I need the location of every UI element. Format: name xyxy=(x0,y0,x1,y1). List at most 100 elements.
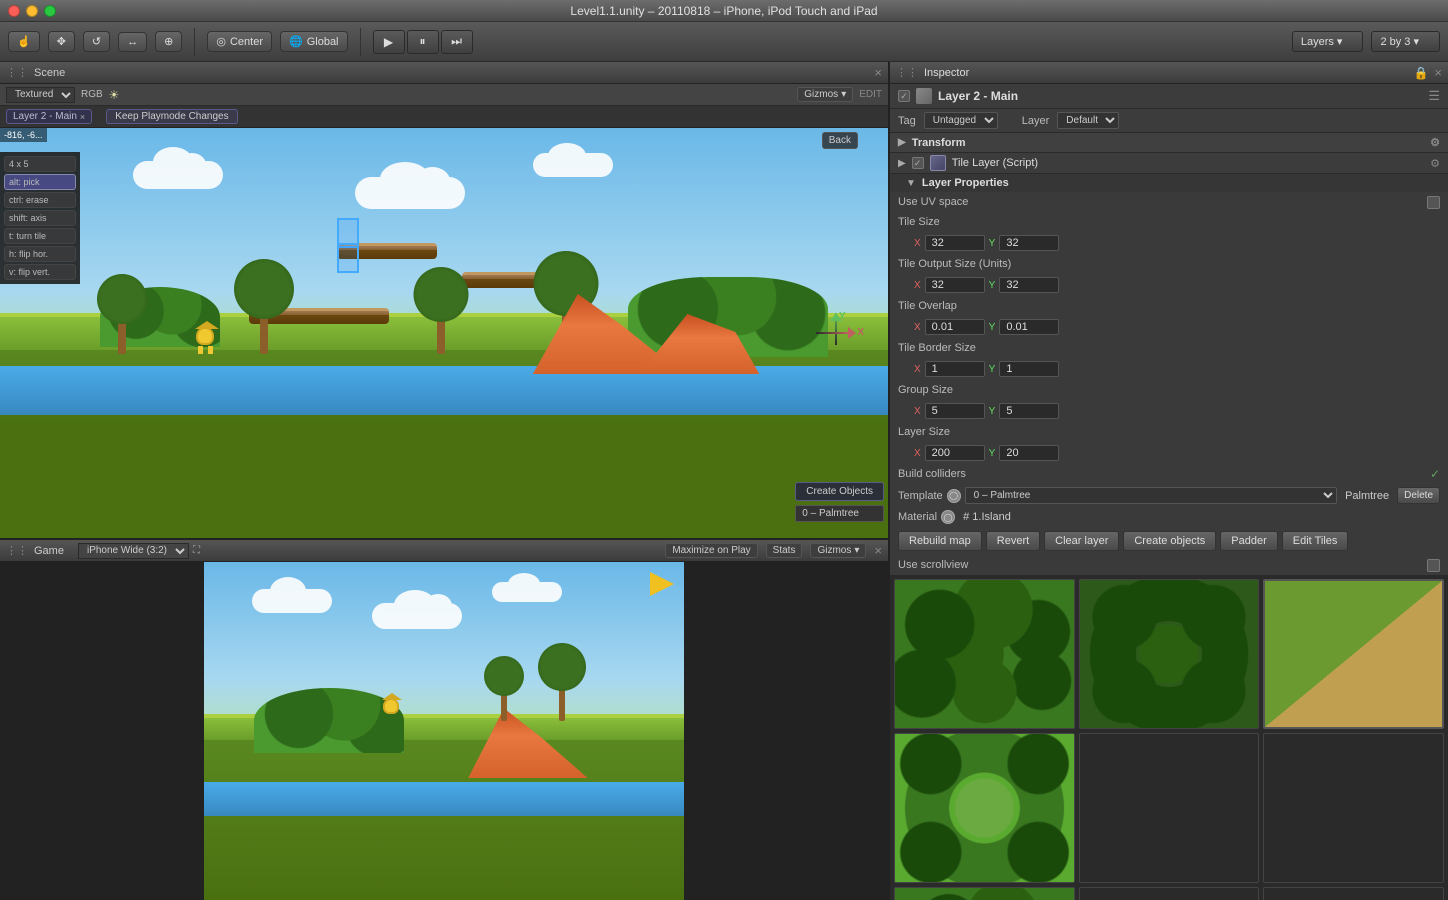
edit-tiles-btn[interactable]: Edit Tiles xyxy=(1282,531,1349,551)
tile-border-y-field[interactable]: 1 xyxy=(999,361,1059,377)
tile-overlap-x-field[interactable]: 0.01 xyxy=(925,319,985,335)
left-panel: ⋮⋮ Scene × Textured RGB ☀ xyxy=(0,62,888,900)
gizmos-button[interactable]: Gizmos ▾ xyxy=(797,87,853,102)
keep-playmode-btn[interactable]: Keep Playmode Changes xyxy=(106,109,237,124)
layer-size-y-field[interactable]: 20 xyxy=(999,445,1059,461)
move-tool[interactable]: ✥ xyxy=(48,31,75,52)
uv-check[interactable] xyxy=(1427,196,1440,209)
tile-large-green-bush[interactable] xyxy=(894,887,1075,900)
separator-2 xyxy=(360,28,361,56)
v-flip-tool[interactable]: v: flip vert. xyxy=(4,264,76,280)
tile-overlap-y-field[interactable]: 0.01 xyxy=(999,319,1059,335)
rebuild-map-btn[interactable]: Rebuild map xyxy=(898,531,982,551)
global-button[interactable]: 🌐 Global xyxy=(280,31,348,52)
minimize-button[interactable] xyxy=(26,5,38,17)
alt-pick-tool[interactable]: alt: pick xyxy=(4,174,76,190)
cutscene-tab[interactable]: Layer 2 - Main × xyxy=(6,109,92,124)
ctrl-erase-tool[interactable]: ctrl: erase xyxy=(4,192,76,208)
tile-sandy-corner[interactable] xyxy=(1263,579,1444,729)
tile-size-y-field[interactable]: 32 xyxy=(999,235,1059,251)
tile-output-y-field[interactable]: 32 xyxy=(999,277,1059,293)
inspector-panel: ⋮⋮ Inspector 🔒 × Layer 2 - Main ☰ Tag Un… xyxy=(888,62,1448,900)
tile-green-bush[interactable] xyxy=(894,579,1075,729)
scale-tool[interactable]: ↔ xyxy=(118,32,147,52)
object-menu-btn[interactable]: ☰ xyxy=(1428,88,1440,104)
maximize-on-play-btn[interactable]: Maximize on Play xyxy=(665,543,757,558)
tile-border-label: Tile Border Size xyxy=(898,342,976,354)
template-dropdown[interactable]: 0 – Palmtree xyxy=(965,487,1337,504)
layer-size-x-field[interactable]: 200 xyxy=(925,445,985,461)
tile-size-row: Tile Size xyxy=(890,212,1448,232)
revert-btn[interactable]: Revert xyxy=(986,531,1040,551)
layer-dropdown[interactable]: Default xyxy=(1057,112,1119,129)
layer-props-header[interactable]: ▼ Layer Properties xyxy=(890,174,1448,192)
game-cloud-1 xyxy=(252,589,332,613)
scene-move-widget[interactable]: Y X xyxy=(816,313,856,353)
game-gizmos-btn[interactable]: Gizmos ▾ xyxy=(810,543,866,558)
material-select-icon[interactable]: ◯ xyxy=(941,510,955,524)
display-dropdown[interactable]: Textured xyxy=(6,87,75,103)
tile-empty-1[interactable] xyxy=(1079,733,1260,883)
object-icon xyxy=(916,88,932,104)
tile-empty-3[interactable] xyxy=(1079,887,1260,900)
use-uv-checkbox[interactable] xyxy=(1427,196,1440,209)
shift-axis-tool[interactable]: shift: axis xyxy=(4,210,76,226)
tile-green-ring-2[interactable] xyxy=(894,733,1075,883)
create-objects-action-btn[interactable]: Create objects xyxy=(1123,531,1216,551)
tile-size-y-label: Y xyxy=(989,238,996,249)
inspector-close-btn[interactable]: × xyxy=(1434,66,1442,79)
step-button[interactable]: ⏭ xyxy=(441,30,473,54)
tile-layer-active-checkbox[interactable] xyxy=(912,157,924,169)
tile-output-x-field[interactable]: 32 xyxy=(925,277,985,293)
game-close-btn[interactable]: × xyxy=(874,544,882,557)
tile-dark-ring[interactable] xyxy=(1079,579,1260,729)
rotate-tool[interactable]: ↺ xyxy=(83,31,110,52)
t-turn-tool[interactable]: t: turn tile xyxy=(4,228,76,244)
object-active-checkbox[interactable] xyxy=(898,90,910,102)
pause-button[interactable]: ⏸ xyxy=(407,30,439,54)
game-canvas-wrapper xyxy=(0,562,888,900)
tag-dropdown[interactable]: Untagged xyxy=(924,112,998,129)
transform-menu-btn[interactable]: ⚙ xyxy=(1430,136,1440,149)
hand-tool[interactable]: ☝ xyxy=(8,31,40,52)
layers-dropdown[interactable]: Layers ▾ xyxy=(1292,31,1364,52)
tab-close-icon[interactable]: × xyxy=(80,112,85,122)
group-size-x-field[interactable]: 5 xyxy=(925,403,985,419)
lock-icon[interactable]: 🔒 xyxy=(1413,66,1428,80)
clear-layer-btn[interactable]: Clear layer xyxy=(1044,531,1119,551)
close-button[interactable] xyxy=(8,5,20,17)
layer-size-xy: X 200 Y 20 xyxy=(914,445,1059,461)
rgb-label: RGB xyxy=(81,89,103,100)
padder-btn[interactable]: Padder xyxy=(1220,531,1277,551)
layout-dropdown[interactable]: 2 by 3 ▾ xyxy=(1371,31,1440,52)
tile-empty-2[interactable] xyxy=(1263,733,1444,883)
rect-tool[interactable]: ⊕ xyxy=(155,31,182,52)
build-colliders-checkmark[interactable]: ✓ xyxy=(1430,467,1440,481)
maximize-button[interactable] xyxy=(44,5,56,17)
delete-btn[interactable]: Delete xyxy=(1397,487,1440,504)
scene-tab[interactable]: Scene xyxy=(34,67,65,79)
tile-empty-4[interactable] xyxy=(1263,887,1444,900)
game-tab[interactable]: Game xyxy=(34,545,64,557)
scrollview-checkbox[interactable] xyxy=(1427,559,1440,572)
transform-header[interactable]: ▶ Transform ⚙ xyxy=(890,133,1448,152)
template-select-icon[interactable]: ◯ xyxy=(947,489,961,503)
scene-canvas[interactable]: Y X Back -816, -6... 4 x 5 alt: pick ctr… xyxy=(0,128,888,538)
tile-size-x-field[interactable]: 32 xyxy=(925,235,985,251)
scene-close-btn[interactable]: × xyxy=(874,66,882,79)
screen-size-dropdown[interactable]: iPhone Wide (3:2) xyxy=(78,543,189,559)
game-tab-label: Game xyxy=(34,545,64,557)
tile-palette xyxy=(890,575,1448,900)
center-button[interactable]: ◎ Center xyxy=(207,31,272,52)
inspector-tab[interactable]: Inspector xyxy=(924,67,969,79)
back-btn[interactable]: Back xyxy=(822,132,858,149)
h-flip-tool[interactable]: h: flip hor. xyxy=(4,246,76,262)
create-objects-btn[interactable]: Create Objects xyxy=(795,482,884,501)
tile-border-x-field[interactable]: 1 xyxy=(925,361,985,377)
back-button[interactable]: Back xyxy=(822,132,858,149)
use-scrollview-checkbox-area[interactable] xyxy=(1427,559,1440,572)
play-button[interactable]: ▶ xyxy=(373,30,405,54)
stats-btn[interactable]: Stats xyxy=(766,543,803,558)
tile-layer-menu-btn[interactable]: ⚙ xyxy=(1430,157,1440,170)
group-size-y-field[interactable]: 5 xyxy=(999,403,1059,419)
